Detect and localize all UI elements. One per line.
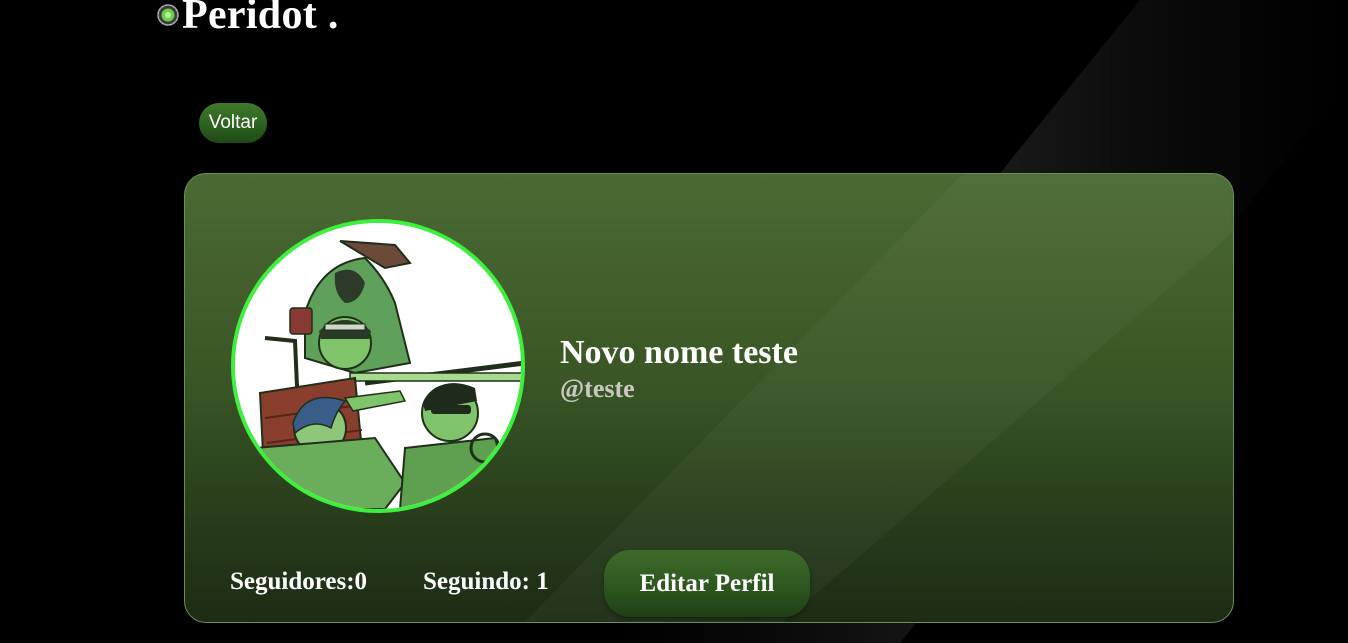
profile-display-name: Novo nome teste: [560, 334, 798, 371]
profile-avatar[interactable]: [231, 219, 525, 513]
followers-count[interactable]: Seguidores:0: [230, 569, 367, 594]
avatar-illustration: [235, 223, 521, 509]
profile-username: @teste: [560, 374, 635, 403]
site-title: Peridot .: [182, 0, 339, 38]
peridot-gem-icon: [156, 3, 180, 27]
site-header: Peridot .: [156, 0, 339, 36]
edit-profile-button[interactable]: Editar Perfil: [604, 550, 810, 617]
following-count[interactable]: Seguindo: 1: [423, 569, 549, 594]
back-button[interactable]: Voltar: [199, 103, 267, 143]
profile-card: Novo nome teste @teste Seguidores:0 Segu…: [184, 173, 1234, 623]
